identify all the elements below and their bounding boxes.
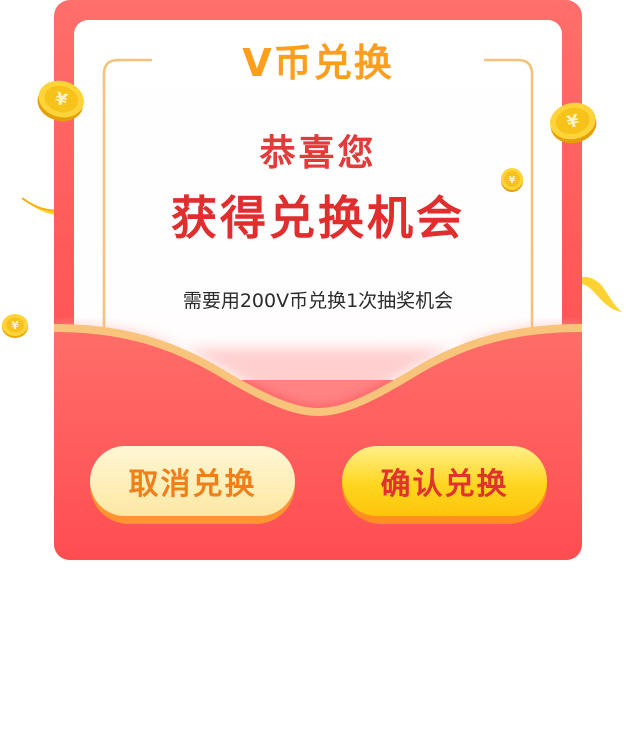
confirm-exchange-label: 确认兑换 <box>342 446 547 516</box>
congrats-text: 恭喜您 <box>259 133 377 174</box>
reward-popup-stage: ¥ V币兑换 恭喜您 获得兑换机会 需要用200V币兑换1次抽奖机会 取消兑换 … <box>0 0 626 732</box>
dialog-title: V币兑换 <box>242 41 394 85</box>
exchange-description: 需要用200V币兑换1次抽奖机会 <box>182 290 454 312</box>
svg-text:¥: ¥ <box>11 319 19 332</box>
coin-left-small-icon: ¥ <box>2 314 28 338</box>
cancel-exchange-button[interactable]: 取消兑换 <box>90 446 295 524</box>
exchange-dialog: V币兑换 恭喜您 获得兑换机会 需要用200V币兑换1次抽奖机会 取消兑换 确认… <box>54 0 582 560</box>
confirm-exchange-button[interactable]: 确认兑换 <box>342 446 547 524</box>
cancel-exchange-label: 取消兑换 <box>90 446 295 516</box>
headline-text: 获得兑换机会 <box>171 191 465 245</box>
